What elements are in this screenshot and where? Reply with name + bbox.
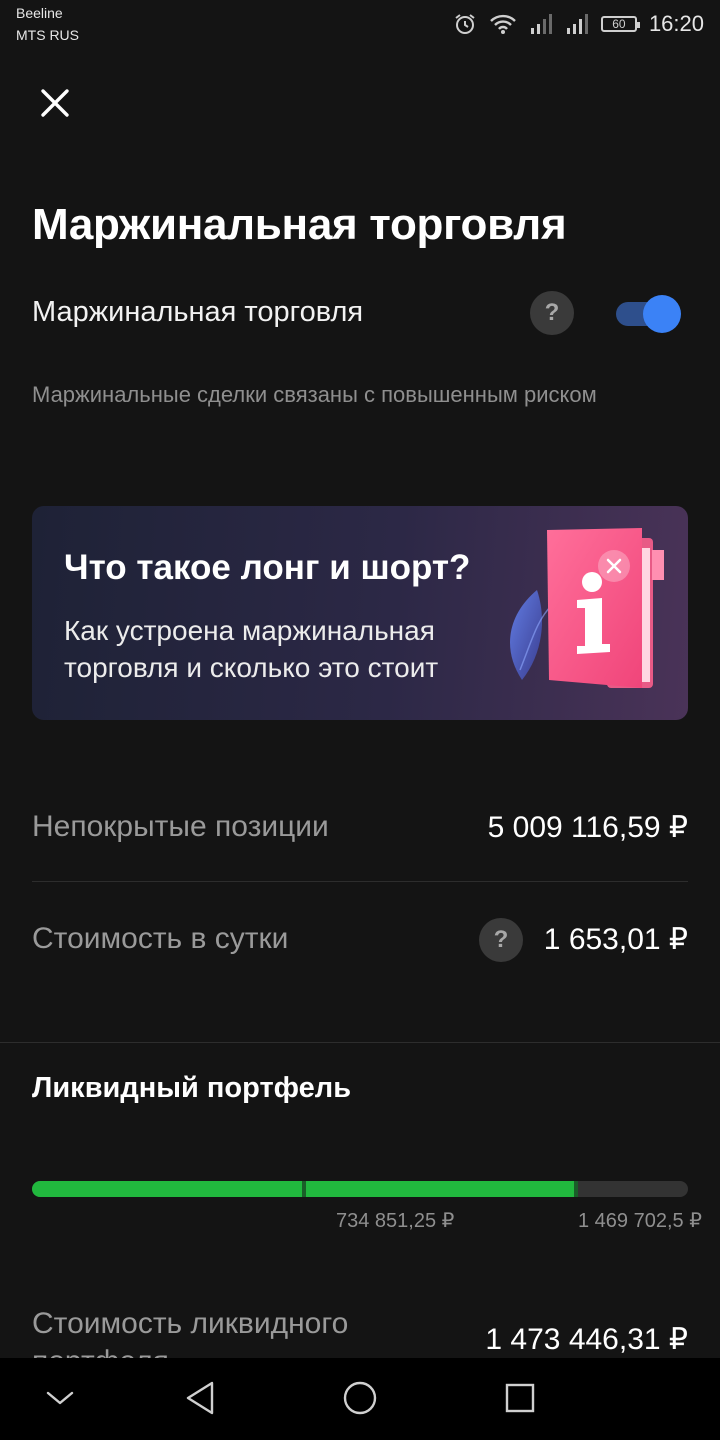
info-banner[interactable]: Что такое лонг и шорт? Как устроена марж… [32,506,688,720]
carrier-name-2: MTS RUS [16,27,79,43]
liquid-value-label: Стоимость ликвидного портфеля [32,1307,349,1361]
section-divider [0,1042,720,1043]
stat-value: 1 653,01 ₽ [543,923,688,956]
banner-title: Что такое лонг и шорт? [64,548,471,587]
page-title: Маржинальная торговля [32,200,567,249]
banner-close-button[interactable] [614,550,646,582]
back-icon [184,1380,216,1421]
battery-icon: 60 [600,16,640,32]
margin-trading-label: Маржинальная торговля [32,296,364,328]
signal-icon [529,13,553,35]
signal-icon [565,13,589,35]
help-button[interactable]: ? [530,291,574,335]
nav-recents-button[interactable] [498,1378,542,1422]
chevron-down-icon [45,1388,75,1413]
progress-marker [302,1181,307,1197]
info-book-icon [482,520,682,700]
nav-hide-button[interactable] [38,1378,82,1422]
risk-warning: Маржинальные сделки связаны с повышенным… [32,382,597,407]
close-icon [39,87,71,124]
status-bar: Beeline MTS RUS 60 16:20 [0,0,720,50]
recents-icon [504,1382,536,1419]
alarm-icon [453,12,477,36]
progress-tick-label: 734 851,25 ₽ [336,1210,455,1232]
progress-marker [574,1181,579,1197]
stat-row-daily-cost: Стоимость в сутки 1 653,01 ₽ [32,922,688,962]
toggle-thumb [643,295,681,333]
stat-row-uncovered: Непокрытые позиции 5 009 116,59 ₽ [32,810,688,850]
divider [32,881,688,882]
stat-value: 5 009 116,59 ₽ [487,811,688,844]
nav-home-button[interactable] [338,1378,382,1422]
home-icon [342,1380,378,1421]
nav-back-button[interactable] [178,1378,222,1422]
liquid-portfolio-progress [32,1181,688,1197]
system-nav-bar [0,1358,720,1440]
liquid-value: 1 473 446,31 ₽ [485,1323,688,1356]
margin-trading-toggle[interactable] [616,295,682,333]
progress-tick-label: 1 469 702,5 ₽ [578,1210,702,1232]
clock: 16:20 [648,11,704,36]
banner-text: Как устроена маржинальная торговля и ско… [64,615,439,683]
status-icons: 60 16:20 [453,10,704,38]
carrier-name-1: Beeline [16,5,63,21]
wifi-icon [489,13,517,35]
close-button[interactable] [32,82,78,128]
section-title: Ликвидный портфель [32,1072,352,1104]
help-button[interactable]: ? [479,918,523,962]
stat-label: Непокрытые позиции [32,810,329,843]
stat-label: Стоимость в сутки [32,922,289,955]
